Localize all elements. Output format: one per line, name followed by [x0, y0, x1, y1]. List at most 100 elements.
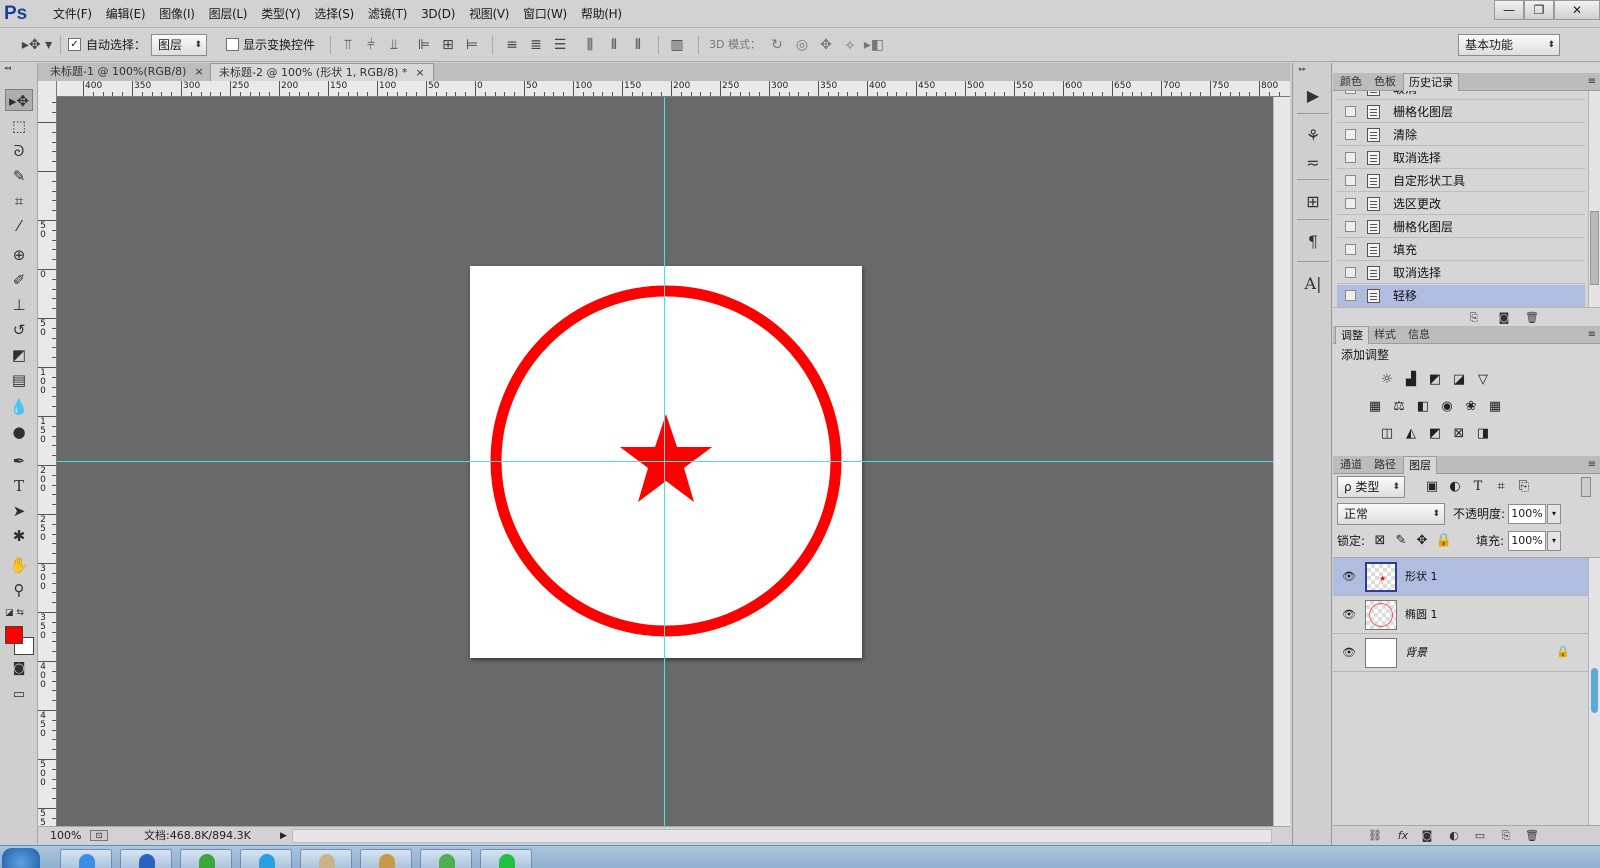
eye-icon[interactable]: 👁 — [1341, 608, 1357, 622]
type-tool-icon[interactable]: T — [5, 475, 33, 497]
black-white-icon[interactable]: ◧ — [1414, 399, 1432, 415]
taskbar-item[interactable] — [120, 849, 172, 868]
distribute-top-icon[interactable]: ≡ — [502, 34, 522, 56]
distribute-hcenter-icon[interactable]: ⦀ — [604, 34, 624, 56]
distribute-left-icon[interactable]: ⫼ — [580, 34, 600, 56]
status-preview-icon[interactable]: ⊡ — [90, 830, 108, 841]
folder-icon[interactable]: ▭ — [1471, 828, 1489, 844]
horizontal-guide[interactable] — [57, 461, 1273, 462]
menu-item[interactable]: 图层(L) — [202, 0, 255, 28]
history-item[interactable]: 填充 — [1337, 239, 1585, 261]
history-item[interactable]: 选区更改 — [1337, 193, 1585, 215]
history-item[interactable]: 取消 — [1337, 91, 1585, 100]
clone-source-icon[interactable]: ⊞ — [1301, 191, 1325, 213]
canvas-workspace[interactable] — [57, 97, 1273, 826]
tab-adjustments[interactable]: 调整 — [1335, 326, 1369, 344]
gradient-map-icon[interactable]: ◨ — [1474, 426, 1492, 442]
align-bottom-icon[interactable]: ⫫ — [384, 34, 404, 56]
tab-color[interactable]: 颜色 — [1335, 73, 1367, 91]
levels-icon[interactable]: ▟ — [1402, 372, 1420, 388]
horizontal-ruler[interactable]: 400 350 300 250 200 150 100 50 0 50 100 150 200 250 30… — [57, 81, 1290, 97]
history-checkbox[interactable] — [1345, 244, 1356, 255]
layer-name[interactable]: 椭圆 1 — [1405, 607, 1438, 623]
layer-filter-dropdown[interactable]: ρ 类型 ⬍ — [1337, 476, 1405, 498]
menu-item[interactable]: 帮助(H) — [574, 0, 629, 28]
tab-close-icon[interactable]: × — [415, 66, 424, 79]
taskbar-item[interactable] — [480, 849, 532, 868]
menu-item[interactable]: 图像(I) — [152, 0, 201, 28]
quick-mask-icon[interactable]: ◙ — [5, 658, 33, 680]
layer-row-background[interactable]: 👁 背景 🔒 — [1333, 634, 1588, 672]
trash-icon[interactable]: 🗑 — [1523, 310, 1541, 326]
auto-select-dropdown[interactable]: 图层 ⬍ — [151, 34, 207, 56]
3d-rotate-icon[interactable]: ↻ — [766, 34, 788, 56]
selective-color-icon[interactable]: ⊠ — [1450, 426, 1468, 442]
actions-panel-icon[interactable]: ▶ — [1301, 85, 1325, 107]
lock-position-icon[interactable]: ✥ — [1413, 533, 1431, 549]
brightness-contrast-icon[interactable]: ☼ — [1378, 372, 1396, 388]
snapshot-icon[interactable]: ◙ — [1495, 310, 1513, 326]
color-balance-icon[interactable]: ⚖ — [1390, 399, 1408, 415]
distribute-vcenter-icon[interactable]: ≣ — [526, 34, 546, 56]
lasso-tool-icon[interactable]: ᘐ — [5, 140, 33, 162]
layers-scroll-thumb[interactable] — [1591, 668, 1598, 713]
filter-shape-icon[interactable]: ⌗ — [1492, 479, 1510, 495]
opacity-arrow-icon[interactable]: ▾ — [1547, 504, 1561, 524]
menu-item[interactable]: 3D(D) — [414, 0, 462, 28]
zoom-tool-icon[interactable]: ⚲ — [5, 579, 33, 601]
history-item[interactable]: 清除 — [1337, 124, 1585, 146]
invert-icon[interactable]: ◫ — [1378, 426, 1396, 442]
healing-brush-tool-icon[interactable]: ⊕ — [5, 244, 33, 266]
lock-all-icon[interactable]: 🔒 — [1435, 533, 1453, 549]
tab-styles[interactable]: 样式 — [1369, 326, 1401, 344]
status-menu-arrow-icon[interactable]: ▶ — [280, 829, 287, 843]
filter-smart-object-icon[interactable]: ⎘ — [1515, 479, 1533, 495]
gradient-tool-icon[interactable]: ▤ — [5, 369, 33, 391]
character-panel-icon[interactable]: A| — [1301, 273, 1325, 295]
3d-scale-icon[interactable]: ▸◧ — [863, 34, 885, 56]
fx-icon[interactable]: fx — [1394, 828, 1412, 844]
3d-slide-icon[interactable]: ⟡ — [839, 34, 861, 56]
menu-item[interactable]: 滤镜(T) — [361, 0, 414, 28]
menu-item[interactable]: 文件(F) — [46, 0, 99, 28]
minimize-button[interactable]: — — [1494, 0, 1524, 20]
toolbox-collapse-icon[interactable]: ◂◂ — [4, 65, 34, 72]
new-layer-icon[interactable]: ⎘ — [1497, 828, 1515, 844]
layer-row-shape-1[interactable]: 👁 ★ 形状 1 — [1333, 558, 1588, 596]
tab-document-2[interactable]: 未标题-2 @ 100% (形状 1, RGB/8) * × — [210, 63, 434, 81]
tab-layers[interactable]: 图层 — [1403, 456, 1437, 474]
filter-pixel-icon[interactable]: ▣ — [1423, 479, 1441, 495]
zoom-level[interactable]: 100% — [50, 829, 81, 843]
canvas-horizontal-scrollbar[interactable] — [292, 829, 1272, 843]
align-vcenter-icon[interactable]: ⫩ — [361, 34, 381, 56]
history-checkbox[interactable] — [1345, 267, 1356, 278]
layers-scrollbar[interactable] — [1588, 558, 1600, 828]
align-left-icon[interactable]: ⊫ — [414, 34, 434, 56]
history-item[interactable]: 取消选择 — [1337, 147, 1585, 169]
channel-mixer-icon[interactable]: ❀ — [1462, 399, 1480, 415]
taskbar-item[interactable] — [420, 849, 472, 868]
marquee-tool-icon[interactable]: ⬚ — [5, 115, 33, 137]
hand-tool-icon[interactable]: ✋ — [5, 554, 33, 576]
tab-close-icon[interactable]: × — [194, 65, 203, 78]
layer-name[interactable]: 形状 1 — [1405, 569, 1438, 585]
quick-select-tool-icon[interactable]: ✎ — [5, 165, 33, 187]
move-tool-preset-icon[interactable]: ▸✥ ▾ — [20, 34, 54, 56]
panel-menu-icon[interactable]: ≡ — [1588, 326, 1596, 344]
posterize-icon[interactable]: ◭ — [1402, 426, 1420, 442]
panel-menu-icon[interactable]: ≡ — [1588, 456, 1596, 474]
history-checkbox[interactable] — [1345, 221, 1356, 232]
blur-tool-icon[interactable]: 💧 — [5, 396, 33, 418]
fill-arrow-icon[interactable]: ▾ — [1547, 531, 1561, 551]
workspace-dropdown[interactable]: 基本功能 ⬍ — [1458, 34, 1560, 56]
history-item[interactable]: 自定形状工具 — [1337, 170, 1585, 192]
canvas-vertical-scrollbar[interactable] — [1273, 97, 1290, 826]
foreground-color-swatch[interactable] — [5, 626, 23, 644]
history-checkbox[interactable] — [1345, 175, 1356, 186]
tab-paths[interactable]: 路径 — [1369, 456, 1401, 474]
distribute-right-icon[interactable]: ⫴ — [628, 34, 648, 56]
distribute-bottom-icon[interactable]: ☰ — [550, 34, 570, 56]
panel-menu-icon[interactable]: ≡ — [1588, 73, 1596, 91]
history-checkbox[interactable] — [1345, 198, 1356, 209]
history-checkbox[interactable] — [1345, 91, 1356, 94]
